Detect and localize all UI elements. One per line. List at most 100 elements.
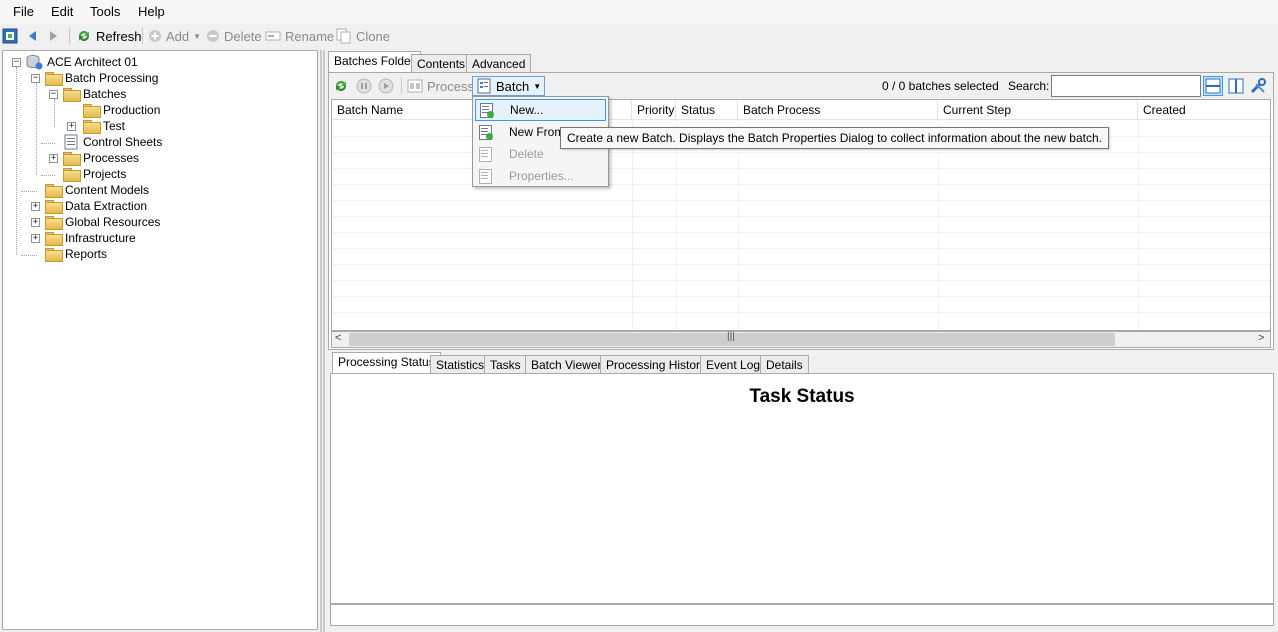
new-batch-tooltip: Create a new Batch. Displays the Batch P… <box>560 127 1109 149</box>
column-status[interactable]: Status <box>676 100 738 120</box>
tree-label: Reports <box>65 247 108 261</box>
collapse-icon[interactable]: − <box>12 58 21 67</box>
folder-icon <box>45 183 63 198</box>
toolbar-separator <box>401 78 402 94</box>
collapse-icon[interactable]: − <box>31 74 40 83</box>
batch-dropdown-button[interactable]: Batch ▼ <box>472 76 546 96</box>
grid-divider <box>332 280 1270 281</box>
tree-item-projects[interactable]: Projects <box>63 166 126 182</box>
column-batch-process[interactable]: Batch Process <box>738 100 938 120</box>
menu-item-properties[interactable]: Properties... <box>475 165 606 187</box>
menu-item-label: New... <box>510 103 544 117</box>
tree-connector <box>54 99 55 127</box>
tree-toggle-button[interactable] <box>2 27 18 45</box>
menu-help[interactable]: Help <box>138 4 165 19</box>
horizontal-scrollbar[interactable]: < ||| > <box>331 331 1271 348</box>
process-button[interactable]: Process <box>407 77 474 95</box>
tree-label: Batch Processing <box>65 71 159 85</box>
vertical-layout-button[interactable] <box>1227 77 1245 95</box>
column-current-step[interactable]: Current Step <box>938 100 1138 120</box>
new-from-icon <box>477 124 493 140</box>
menu-bar: File Edit Tools Help <box>0 0 1278 24</box>
grid-divider <box>332 296 1270 297</box>
clone-button[interactable]: Clone <box>336 27 390 45</box>
tab-statistics[interactable]: Statistics <box>430 355 491 375</box>
tab-batch-viewer[interactable]: Batch Viewer <box>525 355 608 375</box>
delete-label: Delete <box>224 28 262 44</box>
rename-icon <box>265 31 281 41</box>
expand-icon[interactable]: + <box>31 234 40 243</box>
tab-contents[interactable]: Contents <box>411 54 472 74</box>
grid-divider <box>332 312 1270 313</box>
expand-icon[interactable]: + <box>67 122 76 131</box>
tree-item-reports[interactable]: Reports <box>45 246 107 262</box>
panel-splitter[interactable] <box>318 50 326 632</box>
tree-connector <box>36 83 37 175</box>
tree-connector <box>21 255 37 256</box>
tree-label: Batches <box>83 87 127 101</box>
menu-file[interactable]: File <box>13 4 34 19</box>
tree-item-test[interactable]: Test <box>83 118 125 134</box>
menu-edit[interactable]: Edit <box>51 4 73 19</box>
tree-label: Content Models <box>65 183 150 197</box>
tree-item-content-models[interactable]: Content Models <box>45 182 149 198</box>
tree-item-batch-processing[interactable]: Batch Processing <box>45 70 158 86</box>
batch-label: Batch <box>496 78 530 94</box>
back-button[interactable] <box>26 27 38 45</box>
tab-advanced[interactable]: Advanced <box>466 54 532 74</box>
tree-item-processes[interactable]: Processes <box>63 150 139 166</box>
menu-tools[interactable]: Tools <box>90 4 120 19</box>
tree-item-production[interactable]: Production <box>83 102 160 118</box>
search-input[interactable] <box>1051 75 1201 97</box>
search-label: Search: <box>1008 79 1050 93</box>
rename-button[interactable]: Rename <box>265 27 334 45</box>
scroll-left-icon[interactable]: < <box>335 332 341 344</box>
refresh-batches-button[interactable] <box>333 77 349 95</box>
tree-label: Processes <box>83 151 140 165</box>
status-strip <box>330 604 1274 626</box>
expand-icon[interactable]: + <box>31 218 40 227</box>
forward-button[interactable] <box>48 27 60 45</box>
column-created[interactable]: Created <box>1138 100 1270 120</box>
expand-icon[interactable]: + <box>31 202 40 211</box>
tree-item-root[interactable]: ACE Architect 01 <box>25 54 138 70</box>
refresh-button[interactable]: Refresh <box>76 27 142 45</box>
column-priority[interactable]: Priority <box>632 100 676 120</box>
folder-icon <box>45 231 63 246</box>
tab-processing-status[interactable]: Processing Status <box>332 352 441 374</box>
scroll-right-icon[interactable]: > <box>1258 332 1264 344</box>
chevron-down-icon: ▼ <box>193 31 202 41</box>
horizontal-layout-button[interactable] <box>1203 76 1223 96</box>
batch-toolbar: Process Batch ▼ 0 / 0 batches selected S… <box>329 73 1273 99</box>
grid-divider <box>332 248 1270 249</box>
collapse-icon[interactable]: − <box>49 90 58 99</box>
grid-divider <box>332 200 1270 201</box>
toolbar-separator <box>69 28 70 44</box>
pause-button[interactable] <box>356 77 372 95</box>
tree-item-control-sheets[interactable]: Control Sheets <box>63 134 162 150</box>
tree-item-global-resources[interactable]: Global Resources <box>45 214 160 230</box>
tab-details[interactable]: Details <box>760 355 809 375</box>
tree-view-icon <box>2 28 18 44</box>
database-icon <box>26 55 43 70</box>
main-toolbar: Refresh Add ▼ Delete Rename Clone <box>0 24 1278 48</box>
expand-icon[interactable]: + <box>49 154 58 163</box>
delete-button[interactable]: Delete <box>206 27 262 45</box>
tree-connector <box>41 143 55 144</box>
grid-divider <box>332 232 1270 233</box>
tree-item-batches[interactable]: Batches <box>63 86 126 102</box>
tab-processing-history[interactable]: Processing History <box>600 355 713 375</box>
tree-item-data-extraction[interactable]: Data Extraction <box>45 198 147 214</box>
scrollbar-thumb[interactable]: ||| <box>349 331 1115 346</box>
settings-tools-button[interactable] <box>1249 77 1267 95</box>
tree-label: Infrastructure <box>65 231 136 245</box>
tree-item-infrastructure[interactable]: Infrastructure <box>45 230 136 246</box>
menu-item-new[interactable]: New... <box>475 99 606 121</box>
play-button[interactable] <box>378 77 394 95</box>
add-button[interactable]: Add ▼ <box>148 27 201 45</box>
tree-connector <box>16 67 17 255</box>
tab-batches-folder[interactable]: Batches Folder <box>328 51 421 73</box>
folder-icon <box>83 119 101 134</box>
tab-tasks[interactable]: Tasks <box>484 355 527 375</box>
tab-event-log[interactable]: Event Log <box>700 355 767 375</box>
